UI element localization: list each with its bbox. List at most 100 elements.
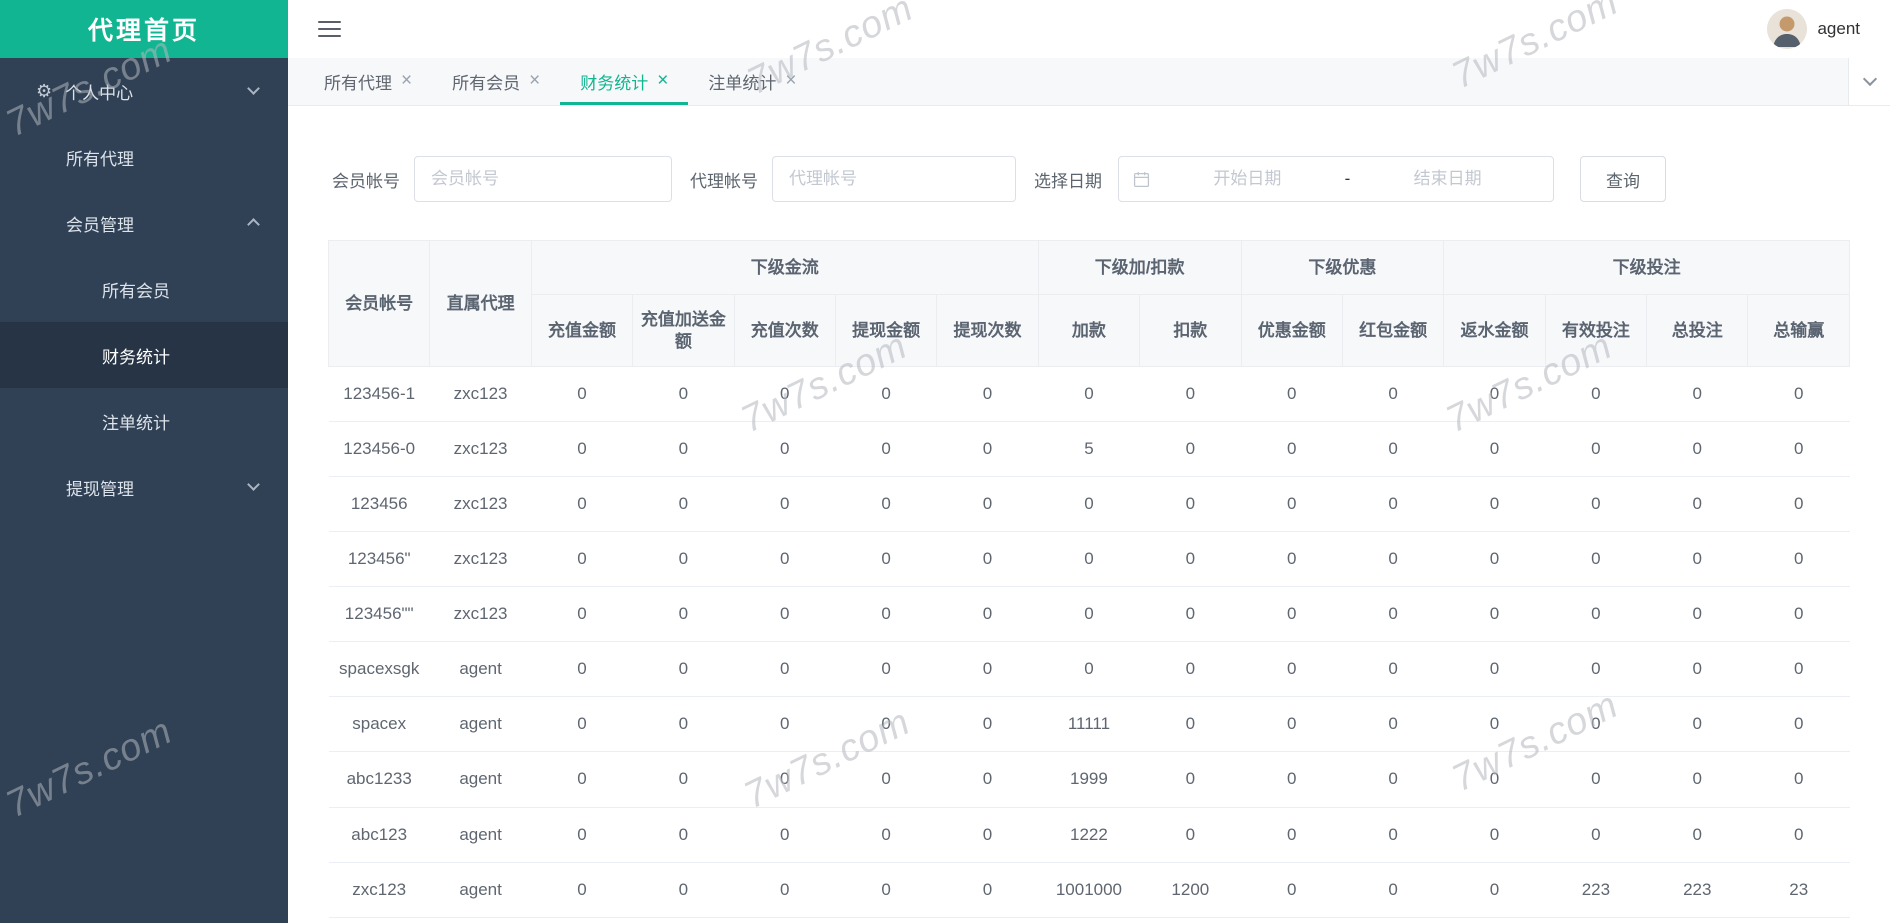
sidebar-item-label: 财务统计: [102, 347, 170, 367]
cell-direct-agent: zxc123: [429, 366, 532, 422]
cell-value: 0: [835, 421, 937, 477]
cell-value: 1200: [1139, 862, 1242, 918]
cell-value: 0: [531, 366, 633, 422]
avatar[interactable]: [1767, 9, 1808, 49]
cell-member-account: abc1233: [328, 751, 430, 808]
table-header: 会员帐号 直属代理 下级金流 下级加/扣款 下级优惠 下级投注 充值金额 充值加送金额 充值次数…: [327, 239, 1850, 367]
cell-value: 1222: [1038, 807, 1140, 863]
cell-value: 0: [1443, 366, 1546, 422]
user-menu[interactable]: agent: [1767, 9, 1860, 49]
cell-value: 0: [632, 586, 735, 643]
avatar-image: [1767, 9, 1808, 49]
cell-value: 0: [1342, 586, 1444, 643]
sidebar-item-label: 所有代理: [66, 149, 134, 169]
cell-value: 0: [1241, 641, 1343, 698]
cell-direct-agent: zxc123: [429, 476, 532, 533]
topbar: agent: [288, 0, 1890, 58]
cell-value: 23: [1747, 862, 1850, 918]
tab-dropdown-button[interactable]: [1848, 58, 1890, 105]
cell-value: 0: [1646, 421, 1748, 477]
cell-value: 0: [835, 751, 937, 808]
tab-label: 注单统计: [708, 74, 777, 93]
date-range-picker[interactable]: -: [1118, 156, 1554, 202]
cell-value: 0: [632, 366, 735, 422]
tab-all-members[interactable]: 所有会员 ×: [432, 58, 560, 105]
hamburger-menu-icon[interactable]: [318, 21, 341, 37]
cell-value: 0: [936, 476, 1039, 533]
tab-close-icon[interactable]: ×: [401, 71, 412, 90]
column-header: 会员帐号: [327, 240, 431, 367]
cell-value: 1001000: [1038, 862, 1140, 918]
column-group-header: 下级投注: [1443, 239, 1850, 296]
cell-value: 0: [1139, 421, 1242, 477]
main-area: agent 所有代理 × 所有会员 × 财务统计 × 注单统计 × 会员帐号 代理帐号 选择日…: [288, 0, 1890, 923]
sidebar-item-all-members[interactable]: 所有会员: [0, 256, 288, 322]
sidebar-item-withdrawal-management[interactable]: 提现管理: [0, 454, 288, 520]
cell-value: 223: [1646, 862, 1748, 918]
cell-value: 0: [632, 641, 735, 698]
sidebar-item-finance-stats[interactable]: 财务统计: [0, 322, 288, 388]
cell-value: 0: [1241, 862, 1343, 918]
cell-value: 0: [1038, 476, 1140, 533]
agent-account-input[interactable]: [772, 156, 1016, 202]
cell-member-account: spacexsgk: [328, 641, 430, 698]
cell-value: 0: [1139, 807, 1242, 863]
cell-value: 0: [1139, 641, 1242, 698]
cell-value: 0: [835, 586, 937, 643]
sidebar-item-bet-stats[interactable]: 注单统计: [0, 388, 288, 454]
sidebar-item-personal-center[interactable]: ⚙ 个人中心: [0, 58, 288, 124]
member-account-input[interactable]: [414, 156, 672, 202]
table-row: 123456 zxc123 0 0 0 0 0 0 0 0 0 0 0 0 0: [328, 476, 1850, 533]
tab-close-icon[interactable]: ×: [657, 71, 668, 90]
cell-member-account: zxc123: [328, 862, 430, 918]
cell-value: 11111: [1038, 696, 1140, 753]
cell-value: 0: [1443, 807, 1546, 863]
cell-value: 0: [531, 807, 633, 863]
cell-value: 0: [1545, 586, 1647, 643]
search-button[interactable]: 查询: [1580, 156, 1666, 202]
cell-value: 0: [1545, 421, 1647, 477]
cell-member-account: 123456: [328, 476, 430, 533]
cell-value: 0: [1342, 862, 1444, 918]
column-header: 充值次数: [733, 294, 836, 367]
cell-direct-agent: agent: [429, 807, 532, 863]
tab-close-icon[interactable]: ×: [529, 71, 540, 90]
sidebar-menu: ⚙ 个人中心所有代理会员管理 所有会员财务统计注单统计 提现管理: [0, 58, 288, 520]
start-date-input[interactable]: [1156, 169, 1339, 189]
table-body: 123456-1 zxc123 0 0 0 0 0 0 0 0 0 0 0 0 0 123456-0 zxc12…: [328, 366, 1850, 918]
date-separator: -: [1344, 169, 1351, 188]
cell-value: 0: [835, 641, 937, 698]
sidebar-item-member-management[interactable]: 会员管理: [0, 190, 288, 256]
cell-value: 0: [1747, 751, 1850, 808]
cell-value: 0: [734, 862, 836, 918]
cell-value: 0: [1241, 421, 1343, 477]
cell-value: 0: [1545, 531, 1647, 588]
table-row: abc123 agent 0 0 0 0 0 1222 0 0 0 0 0 0 0: [328, 807, 1850, 863]
column-header: 充值金额: [530, 294, 634, 367]
cell-value: 0: [1747, 696, 1850, 753]
cell-direct-agent: agent: [429, 862, 532, 918]
member-account-label: 会员帐号: [332, 171, 400, 191]
cell-value: 0: [632, 807, 735, 863]
cell-value: 0: [1241, 807, 1343, 863]
cell-value: 0: [835, 862, 937, 918]
cell-value: 0: [1342, 421, 1444, 477]
tab-finance-stats[interactable]: 财务统计 ×: [560, 58, 689, 105]
cell-value: 0: [1139, 476, 1242, 533]
cell-value: 0: [1443, 421, 1546, 477]
cell-value: 0: [1646, 531, 1748, 588]
tab-label: 所有会员: [452, 74, 521, 93]
table-row: spacexsgk agent 0 0 0 0 0 0 0 0 0 0 0 0 0: [328, 641, 1850, 698]
end-date-input[interactable]: [1356, 169, 1540, 189]
sidebar-item-all-agents[interactable]: 所有代理: [0, 124, 288, 190]
table-row: 123456"" zxc123 0 0 0 0 0 0 0 0 0 0 0 0 0: [328, 586, 1850, 643]
tab-close-icon[interactable]: ×: [785, 71, 796, 90]
cell-direct-agent: zxc123: [429, 421, 532, 477]
cell-value: 0: [936, 586, 1039, 643]
cell-value: 0: [1545, 807, 1647, 863]
tab-bet-stats[interactable]: 注单统计 ×: [688, 58, 816, 105]
cell-value: 0: [734, 366, 836, 422]
cell-value: 0: [1646, 476, 1748, 533]
date-label: 选择日期: [1034, 171, 1102, 191]
tab-all-agents[interactable]: 所有代理 ×: [304, 58, 432, 105]
